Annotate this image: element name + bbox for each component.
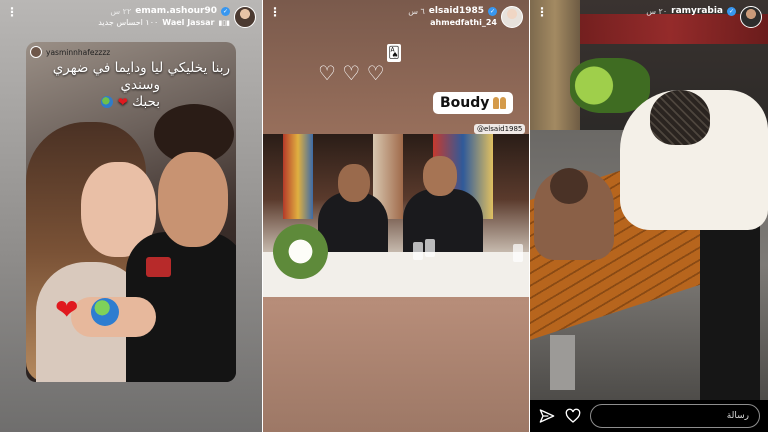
mention-sticker[interactable]: yasminnhafezzzz: [30, 46, 110, 58]
music-label: Wael Jassar: [162, 18, 215, 27]
card-sticker-icon: 🂡: [387, 44, 401, 62]
story-header: ⋮ ٦ س elsaid1985 ✓ ahmedfathi_24: [269, 6, 523, 34]
avatar[interactable]: [501, 6, 523, 28]
photo-shape: [338, 164, 370, 202]
mention-username: yasminnhafezzzz: [46, 47, 111, 57]
reply-input[interactable]: [590, 404, 760, 428]
collab-username[interactable]: ahmedfathi_24: [430, 18, 497, 27]
caption-line-1: ربنا يخليكي ليا ودايما في ضهري: [52, 60, 230, 76]
caption-line-3-row: بحبك ❤: [40, 94, 160, 111]
verified-badge-icon: ✓: [727, 6, 736, 16]
photo-shape: [425, 239, 435, 257]
story-username[interactable]: ramyrabia: [671, 6, 723, 16]
name-sticker-text: Boudy: [440, 95, 490, 111]
name-sticker: Boudy: [433, 92, 514, 114]
caption-line-2: وسندي: [120, 77, 160, 93]
globe-icon: [101, 96, 114, 108]
mention-avatar: [30, 46, 42, 58]
photo-shape: [158, 152, 228, 247]
verified-badge-icon: ✓: [488, 6, 497, 16]
heart-outline-icon[interactable]: [564, 407, 582, 425]
photo-shape: [146, 257, 171, 277]
story-panel-emam-ashour[interactable]: ⋮ ٢٢ س emam.ashour90 ✓ ١٠٠ احساس جديد Wa…: [0, 0, 262, 432]
hearts-sticker: ♡ ♡ ♡: [318, 61, 385, 85]
photo-shape: [570, 58, 650, 113]
photo-shape: [550, 335, 575, 390]
story-time: ٢٢ س: [110, 6, 132, 16]
story-username[interactable]: elsaid1985: [429, 6, 484, 16]
vertical-dots-icon[interactable]: ⋮: [269, 6, 281, 18]
verified-badge-icon: ✓: [221, 6, 230, 16]
reply-bar: [530, 400, 768, 432]
photo-shape: [700, 210, 760, 400]
story-panel-ramyrabia[interactable]: ⋮ ٢٠ س ramyrabia ✓: [530, 0, 768, 432]
vertical-dots-icon[interactable]: ⋮: [6, 6, 18, 18]
music-meta: ١٠٠ احساس جديد: [98, 18, 159, 27]
heart-icon: ❤: [117, 95, 128, 109]
music-info[interactable]: ١٠٠ احساس جديد Wael Jassar ▮▯▮: [98, 18, 230, 27]
story-caption: ربنا يخليكي ليا ودايما في ضهري وسندي بحب…: [40, 60, 230, 111]
story-header: ⋮ ٢٢ س emam.ashour90 ✓ ١٠٠ احساس جديد Wa…: [6, 6, 256, 34]
photo-shape: [413, 242, 423, 260]
photo-shape: [550, 168, 588, 204]
mention-tag[interactable]: @elsaid1985: [474, 124, 526, 134]
story-user-info: ٢٠ س ramyrabia ✓: [646, 6, 736, 16]
photo-shape: [273, 224, 328, 279]
twins-icon: [493, 97, 507, 109]
caption-line-3: بحبك: [132, 94, 160, 110]
avatar[interactable]: [234, 6, 256, 28]
photo-shape: [513, 244, 523, 262]
story-panel-elsaid[interactable]: ⋮ ٦ س elsaid1985 ✓ ahmedfathi_24 🂡 ♡ ♡ ♡…: [263, 0, 529, 432]
photo-shape: [283, 134, 313, 219]
photo-shape: [423, 156, 457, 196]
vertical-dots-icon[interactable]: ⋮: [536, 6, 548, 18]
music-bars-icon: ▮▯▮: [218, 18, 230, 27]
send-icon[interactable]: [538, 407, 556, 425]
story-user-info: ٦ س elsaid1985 ✓ ahmedfathi_24: [408, 6, 497, 27]
photo-shape: [650, 90, 710, 145]
story-photo: [530, 0, 768, 400]
story-user-info: ٢٢ س emam.ashour90 ✓ ١٠٠ احساس جديد Wael…: [98, 6, 230, 27]
globe-sticker-icon: [91, 298, 119, 326]
story-time: ٦ س: [408, 6, 425, 16]
story-time: ٢٠ س: [646, 6, 668, 16]
story-photo: [263, 134, 529, 297]
heart-sticker-icon: ❤: [55, 293, 79, 326]
story-username[interactable]: emam.ashour90: [135, 6, 217, 16]
story-header: ⋮ ٢٠ س ramyrabia ✓: [536, 6, 762, 34]
avatar[interactable]: [740, 6, 762, 28]
